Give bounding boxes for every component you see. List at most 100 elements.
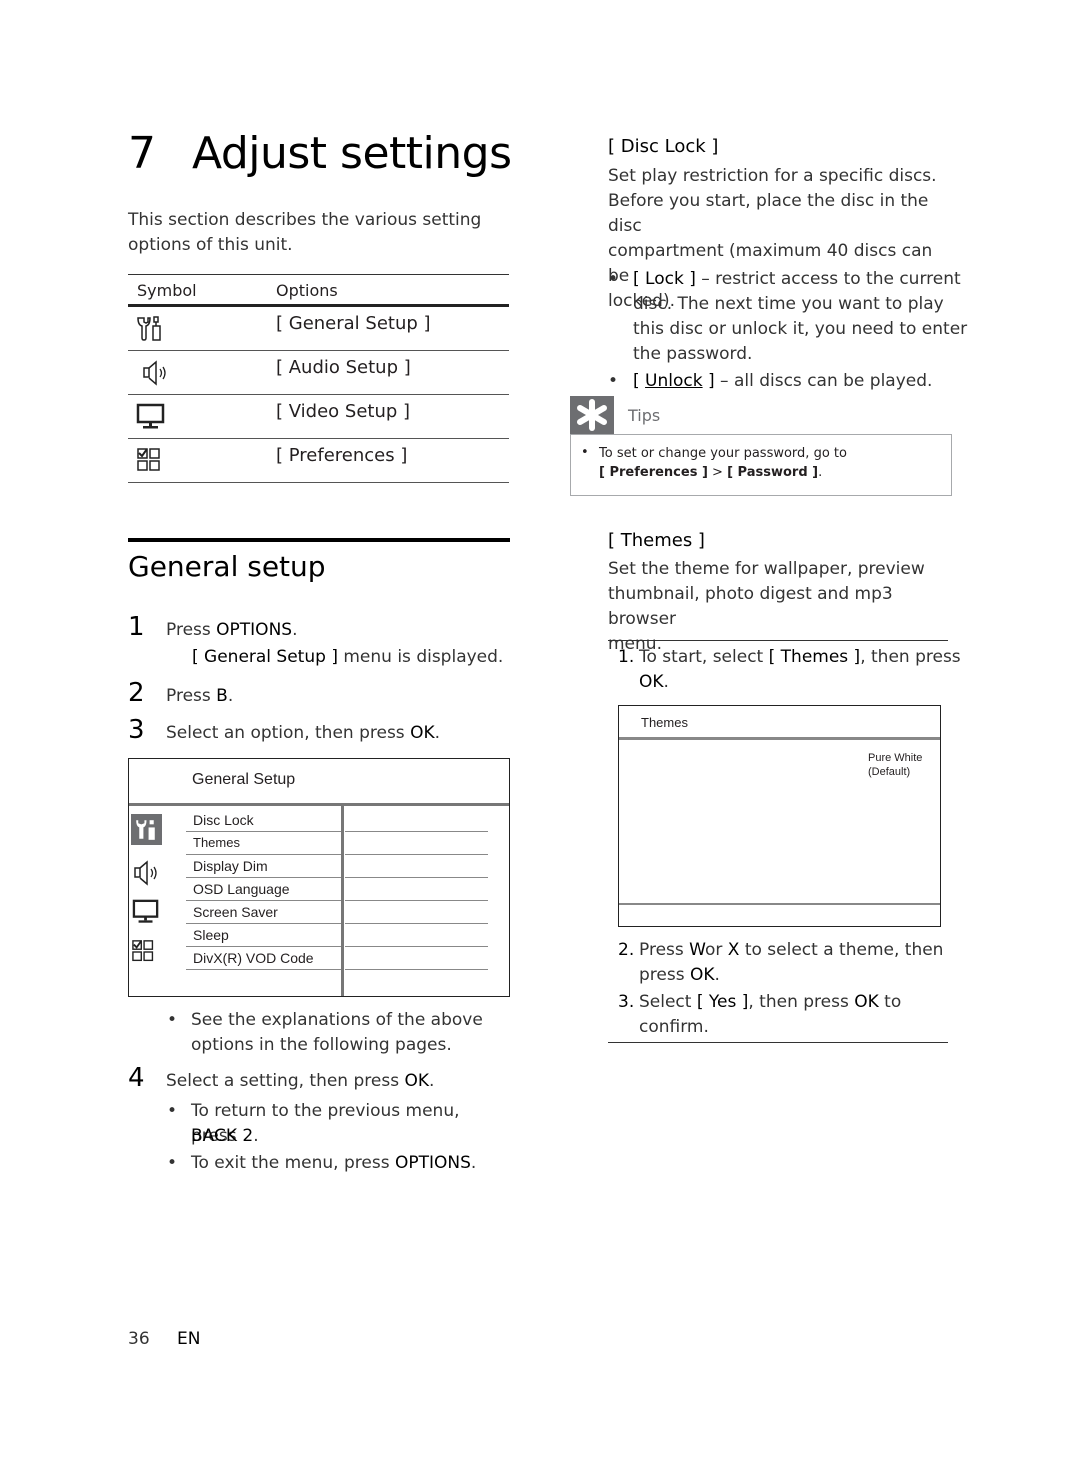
- themes-menu-header: Themes: [619, 706, 940, 740]
- section-heading-general-setup: General setup: [128, 538, 510, 583]
- divider: [608, 640, 948, 641]
- video-setup-icon: [136, 403, 165, 429]
- step-text: Select an option, then press: [166, 723, 411, 743]
- divider: [608, 1042, 948, 1043]
- key-ok: OK: [689, 965, 715, 985]
- step-number: 3: [128, 715, 145, 745]
- key-options: OPTIONS: [394, 1153, 471, 1173]
- step-text: to select a theme, then: [739, 940, 944, 960]
- step-text: menu is displayed.: [337, 647, 504, 667]
- menu-item-divx-vod-code[interactable]: DivX(R) VOD Code: [186, 947, 343, 970]
- unlock-bullet: • [ Unlock ] – all discs can be played.: [608, 369, 953, 394]
- theme-option-pure-white[interactable]: Pure White (Default): [868, 751, 922, 779]
- step-text: Press: [166, 620, 217, 640]
- tips-separator: >: [707, 465, 728, 480]
- tips-label: Tips: [628, 406, 661, 425]
- preferences-icon: [132, 940, 154, 962]
- menu-value: [345, 947, 488, 970]
- step-number: 4: [128, 1063, 145, 1093]
- punct: .: [818, 465, 823, 480]
- option-preferences: [ Preferences ]: [276, 445, 408, 466]
- menu-item-sleep[interactable]: Sleep: [186, 924, 343, 947]
- desc-line: thumbnail, photo digest and mp3 browser: [608, 584, 893, 629]
- step-number: 2.: [618, 940, 635, 960]
- unlock-option: Unlock: [645, 371, 703, 391]
- bullet-dot: •: [167, 1010, 178, 1030]
- key-x: X: [727, 940, 740, 960]
- step-text: press: [639, 965, 690, 985]
- lock-option: [ Lock ]: [633, 269, 696, 289]
- key-options: OPTIONS: [216, 620, 293, 640]
- lock-text: – restrict access to the current: [695, 269, 961, 289]
- tips-header: Tips: [570, 396, 952, 434]
- punct: .: [292, 620, 298, 640]
- tips-asterisk-icon: [570, 396, 614, 434]
- step-text: , then press: [748, 992, 855, 1012]
- step-text: Select a setting, then press: [166, 1071, 405, 1091]
- yes-option: [ Yes ]: [696, 992, 749, 1012]
- menu-value: [345, 924, 488, 947]
- themes-menu: Themes Pure White (Default): [618, 705, 941, 927]
- note-bullet: • See the explanations of the above opti…: [167, 1008, 507, 1058]
- step4-bullet-back: • To return to the previous menu, press …: [167, 1099, 507, 1149]
- header-options: Options: [276, 281, 338, 300]
- menu-item-screen-saver[interactable]: Screen Saver: [186, 901, 343, 924]
- step-text: , then press: [860, 647, 961, 667]
- step4-bullet-exit: • To exit the menu, press OPTIONS.: [167, 1151, 507, 1176]
- tips-text: To set or change your password, go to: [599, 446, 847, 461]
- general-setup-icon: [137, 316, 161, 341]
- lock-text: the password.: [633, 344, 753, 364]
- menu-name: [ General Setup ]: [192, 647, 338, 667]
- step-text: or: [704, 940, 728, 960]
- tips-path-preferences: [ Preferences ]: [599, 465, 708, 480]
- audio-setup-icon: [143, 360, 166, 386]
- audio-setup-icon: [134, 860, 157, 886]
- step-number: 1.: [618, 647, 635, 667]
- key-w: W: [689, 940, 705, 960]
- key-ok: OK: [410, 723, 435, 743]
- step-number: 1: [128, 612, 145, 642]
- menu-value: [345, 809, 488, 832]
- theme-option-label: Pure White: [868, 752, 923, 764]
- themes-menu-title: Themes: [641, 715, 688, 730]
- menu-item-osd-language[interactable]: OSD Language: [186, 878, 343, 901]
- preferences-icon: [137, 448, 160, 471]
- themes-step-3: 3. Select [ Yes ], then press OK to conf…: [618, 990, 948, 1040]
- themes-heading: [ Themes ]: [608, 530, 705, 551]
- bullet-dot: •: [167, 1153, 178, 1173]
- step-text: to: [878, 992, 902, 1012]
- menu-column-divider: [341, 806, 344, 996]
- menu-value: [345, 832, 488, 855]
- lock-bullet: • [ Lock ] – restrict access to the curr…: [608, 267, 967, 367]
- step-text: confirm.: [639, 1017, 709, 1037]
- themes-step-1: 1. To start, select [ Themes ], then pre…: [618, 645, 961, 695]
- step-number: 3.: [618, 992, 635, 1012]
- step-3: 3 Select an option, then press OK.: [128, 715, 508, 749]
- intro-text: This section describes the various setti…: [128, 210, 482, 255]
- symbol-table-header: Symbol Options: [128, 274, 509, 307]
- lock-text: disc. The next time you want to play: [633, 294, 944, 314]
- menu-values: [345, 809, 488, 970]
- menu-item-themes[interactable]: Themes: [186, 832, 343, 855]
- menu-title: General Setup: [192, 771, 296, 788]
- key-back: BACK 2: [191, 1126, 254, 1146]
- chapter-number: 7: [128, 128, 156, 179]
- table-row: [ Audio Setup ]: [128, 351, 509, 395]
- lock-text: this disc or unlock it, you need to ente…: [633, 319, 968, 339]
- symbol-table: Symbol Options [ General Setup ] [ Audio…: [128, 274, 509, 483]
- table-row: [ General Setup ]: [128, 307, 509, 351]
- key-ok: OK: [854, 992, 879, 1012]
- menu-item-disc-lock[interactable]: Disc Lock: [186, 809, 343, 832]
- option-general-setup: [ General Setup ]: [276, 313, 431, 334]
- table-row: [ Video Setup ]: [128, 395, 509, 439]
- note-line-1: See the explanations of the above: [191, 1010, 483, 1030]
- step-number: 2: [128, 678, 145, 708]
- punct: .: [434, 723, 441, 743]
- menu-item-display-dim[interactable]: Display Dim: [186, 855, 343, 878]
- step-4: 4 Select a setting, then press OK.: [128, 1063, 508, 1097]
- language-code: EN: [177, 1329, 201, 1349]
- step-text: Press: [166, 686, 217, 706]
- bracket: [: [633, 371, 646, 391]
- unlock-text: – all discs can be played.: [714, 371, 933, 391]
- punct: .: [470, 1153, 477, 1173]
